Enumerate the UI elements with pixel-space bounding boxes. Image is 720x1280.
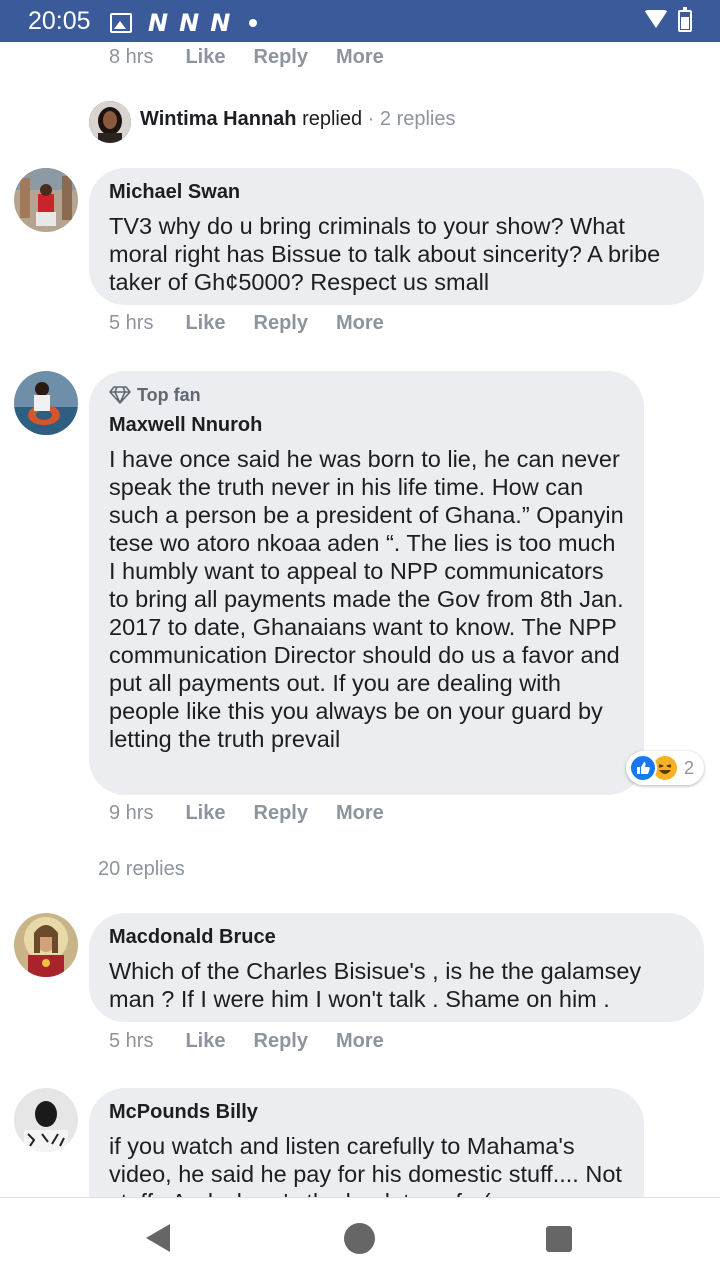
status-time: 20:05 (28, 7, 91, 35)
comment-meta-row: 8 hrs Like Reply More (109, 46, 412, 69)
avatar[interactable] (89, 101, 131, 143)
avatar[interactable] (14, 168, 78, 232)
gallery-icon (110, 13, 132, 33)
comment-text: Which of the Charles Bisisue's , is he t… (109, 958, 642, 1012)
like-button[interactable]: Like (185, 1030, 225, 1053)
more-button[interactable]: More (336, 312, 384, 335)
commenter-name[interactable]: Maxwell Nnuroh (109, 413, 624, 437)
more-button[interactable]: More (336, 46, 384, 69)
avatar[interactable] (14, 371, 78, 435)
wifi-icon (644, 10, 668, 28)
top-fan-badge: Top fan (109, 383, 624, 407)
view-replies-link[interactable]: 20 replies (98, 858, 185, 881)
reply-button[interactable]: Reply (254, 46, 308, 69)
reply-separator: · (362, 108, 380, 130)
replied-verb: replied (302, 108, 363, 130)
like-button[interactable]: Like (185, 802, 225, 825)
like-icon (629, 754, 657, 782)
n-app-icon: N (148, 9, 168, 37)
replies-summary[interactable]: Wintima Hannah replied · 2 replies (140, 108, 456, 131)
like-button[interactable]: Like (185, 46, 225, 69)
commenter-name[interactable]: Michael Swan (109, 180, 684, 204)
diamond-icon (109, 386, 131, 404)
comment-bubble: Michael Swan TV3 why do u bring criminal… (89, 168, 704, 305)
comment-time: 5 hrs (109, 312, 154, 334)
more-notifications-dot-icon (249, 19, 258, 27)
n-app-icon: N (179, 9, 199, 37)
reply-button[interactable]: Reply (254, 1030, 308, 1053)
more-button[interactable]: More (336, 802, 384, 825)
comment-meta-row: 9 hrs Like Reply More (109, 802, 412, 825)
reply-button[interactable]: Reply (254, 802, 308, 825)
comment-bubble: Top fan Maxwell Nnuroh I have once said … (89, 371, 644, 795)
comment-text: TV3 why do u bring criminals to your sho… (109, 213, 661, 295)
reply-count: 2 replies (379, 108, 456, 130)
comment-meta-row: 5 hrs Like Reply More (109, 1030, 412, 1053)
comment-time: 9 hrs (109, 802, 154, 824)
home-icon[interactable] (344, 1223, 375, 1254)
commenter-name[interactable]: Macdonald Bruce (109, 925, 684, 949)
comment-text: I have once said he was born to lie, he … (109, 446, 624, 752)
more-button[interactable]: More (336, 1030, 384, 1053)
avatar[interactable] (14, 1088, 78, 1152)
system-nav-bar (0, 1197, 720, 1280)
recents-icon[interactable] (546, 1226, 572, 1252)
notification-icons: N N N (110, 9, 258, 37)
reply-button[interactable]: Reply (254, 312, 308, 335)
like-button[interactable]: Like (185, 312, 225, 335)
back-icon[interactable] (146, 1224, 170, 1252)
comment-time: 8 hrs (109, 46, 154, 68)
top-fan-label: Top fan (137, 385, 201, 405)
n-app-icon: N (210, 9, 230, 37)
avatar[interactable] (14, 913, 78, 977)
comment-meta-row: 5 hrs Like Reply More (109, 312, 412, 335)
replier-name: Wintima Hannah (140, 108, 297, 130)
comment-bubble: Macdonald Bruce Which of the Charles Bis… (89, 913, 704, 1022)
battery-icon (678, 7, 692, 32)
status-bar: 20:05 N N N (0, 0, 720, 42)
reactions-summary[interactable]: 2 (626, 751, 704, 785)
commenter-name[interactable]: McPounds Billy (109, 1100, 624, 1124)
reaction-count: 2 (684, 757, 695, 778)
comment-time: 5 hrs (109, 1030, 154, 1052)
